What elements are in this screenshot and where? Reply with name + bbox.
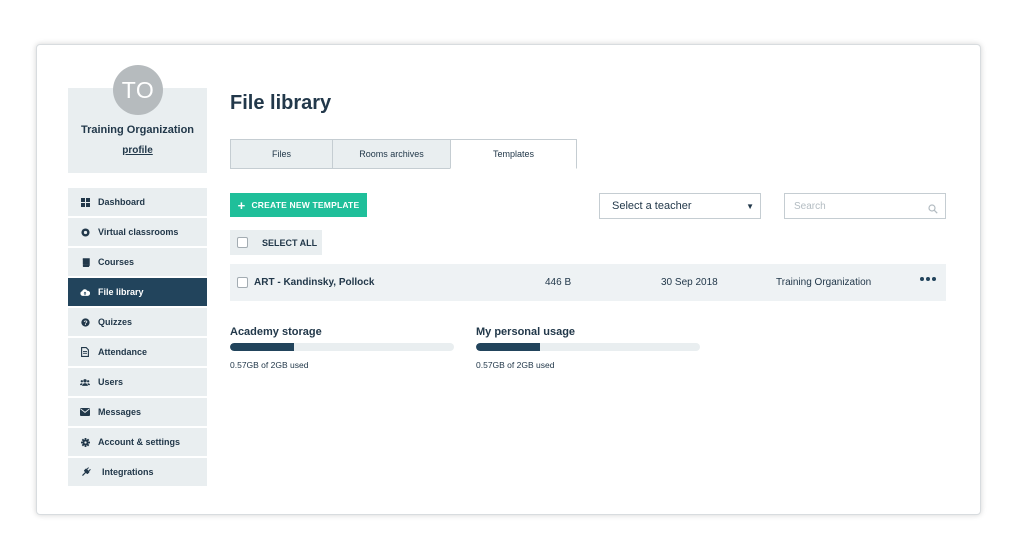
org-name: Training Organization [80,124,195,136]
profile-link[interactable]: profile [68,145,207,156]
sidebar-item-file-library[interactable]: File library [68,278,207,306]
sidebar-item-label: File library [98,287,144,297]
sidebar-item-courses[interactable]: Courses [68,248,207,276]
academy-storage: Academy storage 0.57GB of 2GB used [230,326,454,370]
sidebar-item-attendance[interactable]: Attendance [68,338,207,366]
sidebar-item-label: Courses [98,257,135,267]
sidebar-item-account-settings[interactable]: Account & settings [68,428,207,456]
personal-usage-used: 0.57GB of 2GB used [476,360,555,370]
svg-text:?: ? [83,320,87,327]
plus-icon: + [237,197,246,213]
search-box [784,193,946,219]
sidebar-item-dashboard[interactable]: Dashboard [68,188,207,216]
tab-rooms-archives[interactable]: Rooms archives [332,139,451,169]
row-checkbox[interactable] [237,277,248,288]
file-owner: Training Organization [776,277,872,288]
sidebar-item-label: Attendance [98,347,148,357]
academy-storage-fill [230,343,294,351]
record-icon [80,227,90,237]
select-all-toggle[interactable]: SELECT ALL [230,230,322,255]
sidebar-item-label: Messages [98,407,142,417]
book-icon [80,257,90,267]
teacher-select[interactable]: Select a teacher ▼ [599,193,761,219]
personal-usage-bar [476,343,700,351]
personal-usage-fill [476,343,540,351]
cloud-upload-icon [80,287,90,297]
users-icon [80,377,90,387]
academy-storage-bar [230,343,454,351]
more-options-icon[interactable] [920,277,936,281]
sidebar-item-label: Quizzes [98,317,133,327]
document-icon [80,347,90,357]
select-all-label: SELECT ALL [262,237,318,248]
search-input[interactable] [794,195,924,217]
select-all-checkbox[interactable] [237,237,248,248]
file-size: 446 B [545,277,572,288]
sidebar-item-label: Integrations [102,467,154,477]
sidebar-item-label: Dashboard [98,197,146,207]
create-new-template-button[interactable]: + CREATE NEW TEMPLATE [230,193,367,217]
personal-usage: My personal usage 0.57GB of 2GB used [476,326,700,370]
sidebar-item-quizzes[interactable]: ? Quizzes [68,308,207,336]
search-icon[interactable] [928,201,938,219]
plug-icon [81,467,91,477]
sidebar-item-virtual-classrooms[interactable]: Virtual classrooms [68,218,207,246]
sidebar-item-integrations[interactable]: Integrations [68,458,207,486]
file-date: 30 Sep 2018 [661,277,718,288]
teacher-select-value: Select a teacher [612,200,692,212]
sidebar-item-messages[interactable]: Messages [68,398,207,426]
tab-files[interactable]: Files [230,139,333,169]
personal-usage-title: My personal usage [476,326,576,338]
academy-storage-title: Academy storage [230,326,322,338]
table-row[interactable]: ART - Kandinsky, Pollock 446 B 30 Sep 20… [230,264,946,301]
grid-icon [80,197,90,207]
sidebar-item-users[interactable]: Users [68,368,207,396]
gear-icon [80,437,90,447]
sidebar-item-label: Users [98,377,124,387]
page-title: File library [230,92,332,114]
create-new-template-label: CREATE NEW TEMPLATE [251,200,360,210]
file-name[interactable]: ART - Kandinsky, Pollock [254,277,374,288]
sidebar-item-label: Virtual classrooms [98,227,179,237]
sidebar-nav: Dashboard Virtual classrooms Courses Fil… [68,188,207,488]
app-window: TO Training Organization profile Dashboa… [36,44,981,515]
caret-down-icon: ▼ [746,202,754,211]
question-icon: ? [80,317,90,327]
avatar: TO [113,65,163,115]
academy-storage-used: 0.57GB of 2GB used [230,360,309,370]
tab-templates[interactable]: Templates [450,139,577,169]
envelope-icon [80,407,90,417]
sidebar-item-label: Account & settings [98,437,181,447]
